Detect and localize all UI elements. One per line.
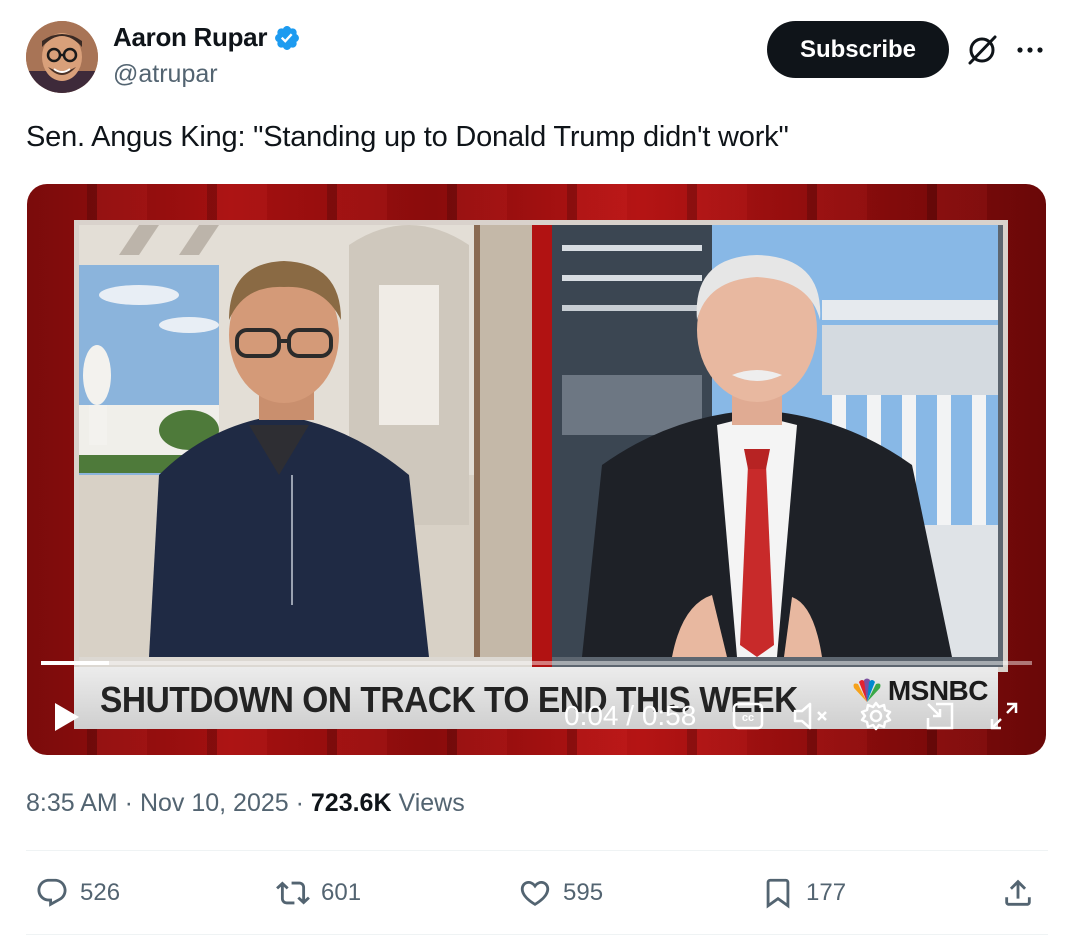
author-name-row[interactable]: Aaron Rupar [113,22,301,53]
video-time: 0:04 / 0:58 [564,700,697,731]
settings-icon[interactable] [860,700,892,732]
author-display-name[interactable]: Aaron Rupar [113,22,267,53]
author-handle[interactable]: @atrupar [113,60,218,89]
action-bar: 526 601 595 177 [0,870,1078,920]
tweet-date[interactable]: Nov 10, 2025 [140,789,289,817]
avatar-image [26,21,98,93]
grok-icon[interactable] [965,33,999,67]
bookmark-button[interactable]: 177 [760,876,846,910]
divider-bottom [26,934,1048,935]
repost-icon [276,881,310,905]
video-progress-fill [41,661,110,665]
studio-panel-right [552,225,1003,667]
mute-icon[interactable] [792,701,832,731]
divider-top [26,850,1048,851]
bookmark-count: 177 [806,879,847,906]
captions-icon[interactable]: cc [732,702,764,730]
like-count: 595 [563,879,604,906]
more-icon[interactable] [1012,33,1048,67]
like-button[interactable]: 595 [517,876,603,910]
subscribe-button[interactable]: Subscribe [767,21,949,78]
tweet-meta: 8:35 AM · Nov 10, 2025 · 723.6K Views [26,789,465,818]
share-icon [1005,879,1031,906]
video-frame [74,220,1008,672]
tweet-text: Sen. Angus King: "Standing up to Donald … [26,121,789,153]
repost-button[interactable]: 601 [275,876,361,910]
bookmark-icon [766,878,790,909]
verified-badge-icon [275,25,300,50]
views-count: 723.6K [310,789,392,817]
share-button[interactable] [1000,876,1036,910]
pip-icon[interactable] [924,700,956,732]
tweet-time[interactable]: 8:35 AM [26,789,118,817]
svg-text:cc: cc [742,712,754,724]
video-player[interactable]: SHUTDOWN ON TRACK TO END THIS WEEK MSNBC… [27,184,1046,755]
repost-count: 601 [321,879,362,906]
avatar[interactable] [26,21,98,93]
reply-icon [37,878,67,907]
meta-separator: · [288,789,311,817]
heart-icon [520,880,550,906]
video-progress-bar[interactable] [41,661,1032,665]
reply-button[interactable]: 526 [34,876,120,910]
reply-count: 526 [80,879,121,906]
studio-panel-left [79,225,532,667]
meta-separator: · [117,789,140,817]
play-icon[interactable] [53,701,81,733]
video-controls: 0:04 / 0:58 cc [27,692,1046,742]
fullscreen-icon[interactable] [989,701,1019,731]
panel-divider [532,225,552,667]
views-label: Views [398,789,465,817]
